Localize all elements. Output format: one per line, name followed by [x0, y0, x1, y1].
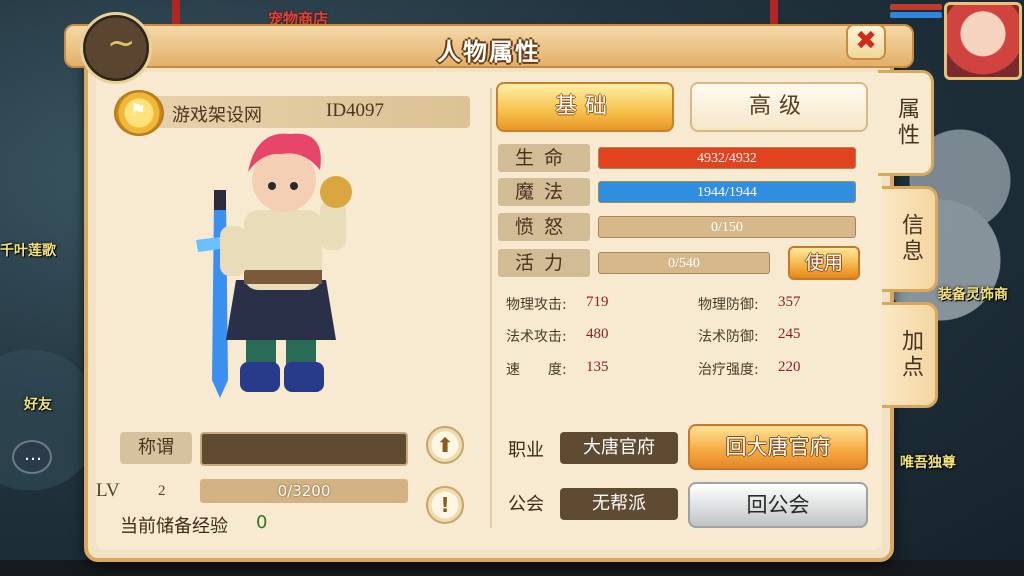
mag-atk-value: 480 — [586, 326, 609, 342]
close-button[interactable]: ✖ — [846, 24, 886, 60]
sword-hilt — [214, 190, 226, 210]
mag-def-value: 245 — [778, 326, 801, 342]
eye — [290, 182, 298, 190]
vitality-bar: 0/540 — [598, 252, 770, 274]
level-value: 2 — [158, 483, 166, 499]
speed-value: 135 — [586, 359, 609, 375]
player-status-bars — [890, 4, 942, 26]
player-name: 游戏架设网 — [172, 105, 262, 126]
guild-label: 公会 — [508, 494, 544, 515]
panel-title: 人物属性 — [437, 38, 541, 66]
rage-value: 0/150 — [711, 220, 743, 235]
faction-badge-icon — [114, 90, 164, 136]
side-tab-info[interactable]: 信息 — [882, 186, 938, 292]
phys-atk-label: 物理攻击: — [506, 297, 567, 313]
speed-label: 速 度: — [506, 362, 567, 378]
heal-value: 220 — [778, 359, 801, 375]
eye — [268, 182, 276, 190]
gourd — [320, 176, 352, 208]
mp-value: 1944/1944 — [697, 185, 757, 200]
column-divider — [490, 88, 492, 528]
side-tab-points[interactable]: 加点 — [882, 302, 938, 408]
heal-label: 治疗强度: — [698, 362, 759, 378]
left-boot — [240, 362, 280, 392]
chat-bubble-icon[interactable] — [12, 440, 52, 474]
side-tab-attributes[interactable]: 属性 — [878, 70, 934, 176]
bg-friend-label: 好友 — [24, 397, 52, 413]
phys-def-value: 357 — [778, 294, 801, 310]
bg-npc-label: 千叶莲歌 — [0, 243, 56, 259]
title-label: 称谓 — [120, 432, 192, 464]
tab-advanced[interactable]: 高级 — [690, 82, 868, 132]
bottom-bar — [0, 560, 1024, 576]
title-bar: 人物属性 — [64, 24, 914, 68]
hp-bar: 4932/4932 — [598, 147, 856, 169]
stat-label-mp: 魔法 — [498, 178, 590, 206]
phys-atk-value: 719 — [586, 294, 609, 310]
player-id: ID4097 — [326, 100, 385, 121]
vitality-value: 0/540 — [668, 256, 700, 271]
stat-label-vitality: 活力 — [498, 249, 590, 277]
hp-value: 4932/4932 — [697, 151, 757, 166]
bg-npc-label: 唯吾独尊 — [900, 455, 956, 471]
phys-def-label: 物理防御: — [698, 297, 759, 313]
return-profession-button[interactable]: 回大唐官府 — [688, 424, 868, 470]
mag-def-label: 法术防御: — [698, 329, 759, 345]
belt — [244, 270, 322, 284]
pillar-decoration — [172, 0, 180, 24]
mp-bar: 1944/1944 — [598, 181, 856, 203]
guild-value: 无帮派 — [560, 488, 678, 520]
cloud-emblem-icon — [80, 12, 152, 84]
stored-exp-value: 0 — [256, 512, 268, 533]
return-guild-button[interactable]: 回公会 — [688, 482, 868, 528]
profession-value: 大唐官府 — [560, 432, 678, 464]
exp-bar: 0/3200 — [200, 479, 408, 503]
character-portrait — [196, 133, 352, 398]
rage-bar: 0/150 — [598, 216, 856, 238]
title-field[interactable] — [200, 432, 408, 466]
exclamation-icon[interactable]: ! — [426, 486, 464, 524]
right-boot — [284, 362, 324, 392]
name-bar — [118, 96, 470, 128]
left-arm — [220, 226, 246, 276]
profession-label: 职业 — [508, 440, 544, 461]
bg-npc-label: 装备灵饰商 — [938, 287, 1008, 303]
stat-label-hp: 生命 — [498, 144, 590, 172]
stored-exp-label: 当前储备经验 — [120, 516, 228, 537]
upload-arrow-icon[interactable]: ⬆ — [426, 426, 464, 464]
mag-atk-label: 法术攻击: — [506, 329, 567, 345]
tab-basic[interactable]: 基础 — [496, 82, 674, 132]
level-label: LV — [96, 480, 120, 501]
use-button[interactable]: 使用 — [788, 246, 860, 280]
pillar-decoration — [770, 0, 778, 24]
stat-label-rage: 愤怒 — [498, 213, 590, 241]
player-avatar[interactable] — [944, 2, 1022, 80]
